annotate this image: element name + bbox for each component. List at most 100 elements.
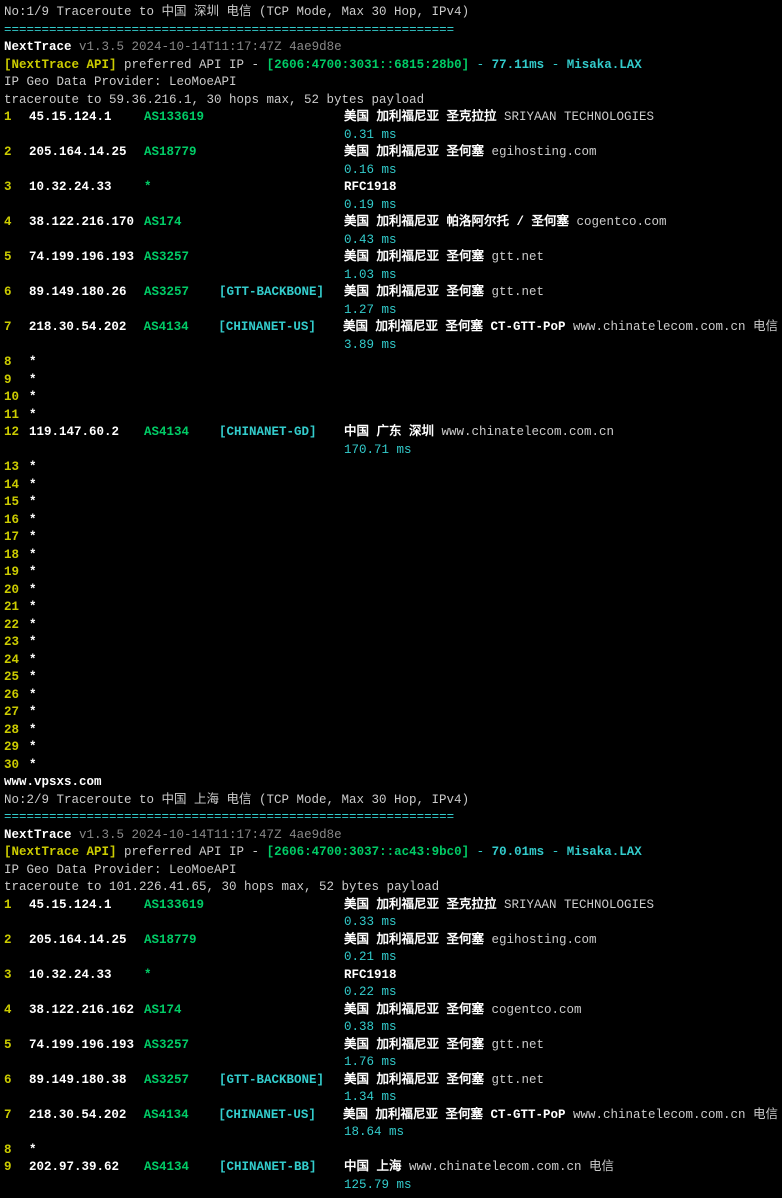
hop-row: 28* xyxy=(4,722,778,740)
hop-number: 22 xyxy=(4,617,29,635)
hop-location: 中国 广东 深圳 www.chinatelecom.com.cn xyxy=(344,424,614,442)
api-line: [NextTrace API] preferred API IP - [2606… xyxy=(4,57,778,75)
hop-ip: 218.30.54.202 xyxy=(29,319,144,337)
hop-number: 9 xyxy=(4,372,29,390)
hop-latency-row: 0.33 ms xyxy=(4,914,778,932)
hop-ip: 89.149.180.38 xyxy=(29,1072,144,1090)
hop-number: 23 xyxy=(4,634,29,652)
hop-latency: 0.19 ms xyxy=(344,197,397,215)
hop-row: 30* xyxy=(4,757,778,775)
hop-row: 21* xyxy=(4,599,778,617)
hop-as: AS4134 xyxy=(144,1107,219,1125)
hop-star: * xyxy=(29,372,37,390)
hop-extra: www.chinatelecom.com.cn 电信 xyxy=(573,1108,778,1122)
hop-row: 7218.30.54.202AS4134[CHINANET-US]美国 加利福尼… xyxy=(4,319,778,337)
nexttrace-line: NextTrace v1.3.5 2024-10-14T11:17:47Z 4a… xyxy=(4,39,778,57)
hop-number: 14 xyxy=(4,477,29,495)
hop-ip: 89.149.180.26 xyxy=(29,284,144,302)
hop-location: 美国 加利福尼亚 圣克拉拉 SRIYAAN TECHNOLOGIES xyxy=(344,109,654,127)
hop-number: 20 xyxy=(4,582,29,600)
hop-star: * xyxy=(29,564,37,582)
hop-latency-row: 125.79 ms xyxy=(4,1177,778,1195)
hop-number: 3 xyxy=(4,179,29,197)
hop-star: * xyxy=(29,459,37,477)
hop-extra: gtt.net xyxy=(492,285,545,299)
hop-row: 574.199.196.193AS3257美国 加利福尼亚 圣何塞 gtt.ne… xyxy=(4,1037,778,1055)
hop-location: 美国 加利福尼亚 圣何塞 gtt.net xyxy=(344,249,544,267)
hop-as: AS3257 xyxy=(144,1037,219,1055)
provider-line: IP Geo Data Provider: LeoMoeAPI xyxy=(4,74,778,92)
hop-number: 21 xyxy=(4,599,29,617)
hop-tag: [GTT-BACKBONE] xyxy=(219,1072,344,1090)
hop-latency-row: 0.21 ms xyxy=(4,949,778,967)
hop-tag xyxy=(219,1002,344,1020)
hop-latency: 0.16 ms xyxy=(344,162,397,180)
hop-location: RFC1918 xyxy=(344,967,397,985)
hop-row: 7218.30.54.202AS4134[CHINANET-US]美国 加利福尼… xyxy=(4,1107,778,1125)
hop-as: AS133619 xyxy=(144,897,219,915)
hop-row: 17* xyxy=(4,529,778,547)
hop-row: 310.32.24.33*RFC1918 xyxy=(4,179,778,197)
hop-latency-row: 0.31 ms xyxy=(4,127,778,145)
hop-as: AS4134 xyxy=(144,1159,219,1177)
hop-number: 7 xyxy=(4,1107,29,1125)
hop-row: 13* xyxy=(4,459,778,477)
hop-number: 8 xyxy=(4,354,29,372)
hop-as: AS174 xyxy=(144,1002,219,1020)
hop-row: 15* xyxy=(4,494,778,512)
hop-number: 16 xyxy=(4,512,29,530)
hop-row: 438.122.216.170AS174美国 加利福尼亚 帕洛阿尔托 / 圣何塞… xyxy=(4,214,778,232)
hop-as: AS18779 xyxy=(144,932,219,950)
hop-location: 美国 加利福尼亚 圣何塞 CT-GTT-PoP www.chinatelecom… xyxy=(343,1107,778,1125)
hop-location: 美国 加利福尼亚 圣何塞 cogentco.com xyxy=(344,1002,582,1020)
hop-star: * xyxy=(29,757,37,775)
hop-number: 15 xyxy=(4,494,29,512)
hop-as: AS4134 xyxy=(144,424,219,442)
hop-latency: 0.22 ms xyxy=(344,984,397,1002)
hop-number: 6 xyxy=(4,284,29,302)
hop-number: 25 xyxy=(4,669,29,687)
hop-star: * xyxy=(29,582,37,600)
hop-ip: 10.32.24.33 xyxy=(29,967,144,985)
hop-latency: 1.34 ms xyxy=(344,1089,397,1107)
hop-tag xyxy=(219,144,344,162)
hop-tag xyxy=(219,249,344,267)
nexttrace-line: NextTrace v1.3.5 2024-10-14T11:17:47Z 4a… xyxy=(4,827,778,845)
hop-latency: 1.76 ms xyxy=(344,1054,397,1072)
hop-row: 8* xyxy=(4,1142,778,1160)
hop-latency-row: 18.64 ms xyxy=(4,1124,778,1142)
hop-tag xyxy=(219,897,344,915)
hop-row: 145.15.124.1AS133619美国 加利福尼亚 圣克拉拉 SRIYAA… xyxy=(4,109,778,127)
hop-star: * xyxy=(29,547,37,565)
hop-location: 美国 加利福尼亚 圣克拉拉 SRIYAAN TECHNOLOGIES xyxy=(344,897,654,915)
hop-star: * xyxy=(29,617,37,635)
hop-row: 574.199.196.193AS3257美国 加利福尼亚 圣何塞 gtt.ne… xyxy=(4,249,778,267)
hop-ip: 202.97.39.62 xyxy=(29,1159,144,1177)
hop-star: * xyxy=(29,739,37,757)
hop-as: AS133619 xyxy=(144,109,219,127)
hop-as: AS3257 xyxy=(144,249,219,267)
hop-latency: 1.27 ms xyxy=(344,302,397,320)
hop-latency-row: 1.03 ms xyxy=(4,267,778,285)
hop-tag: [GTT-BACKBONE] xyxy=(219,284,344,302)
hop-ip: 45.15.124.1 xyxy=(29,109,144,127)
hop-location: RFC1918 xyxy=(344,179,397,197)
hop-number: 26 xyxy=(4,687,29,705)
hop-extra: gtt.net xyxy=(492,1073,545,1087)
hop-star: * xyxy=(29,599,37,617)
hop-extra: www.chinatelecom.com.cn 电信 xyxy=(573,320,778,334)
hop-tag: [CHINANET-US] xyxy=(218,319,343,337)
hop-number: 5 xyxy=(4,249,29,267)
hop-tag xyxy=(219,1037,344,1055)
hop-extra: cogentco.com xyxy=(577,215,667,229)
hop-as: AS4134 xyxy=(144,319,219,337)
traceroute-line: traceroute to 59.36.216.1, 30 hops max, … xyxy=(4,92,778,110)
hop-row: 20* xyxy=(4,582,778,600)
separator: ========================================… xyxy=(4,22,778,40)
hop-location: 美国 加利福尼亚 圣何塞 gtt.net xyxy=(344,1072,544,1090)
hop-number: 3 xyxy=(4,967,29,985)
trace-header: No:1/9 Traceroute to 中国 深圳 电信 (TCP Mode,… xyxy=(4,4,778,22)
hop-tag xyxy=(219,214,344,232)
hop-number: 28 xyxy=(4,722,29,740)
trace-header: No:2/9 Traceroute to 中国 上海 电信 (TCP Mode,… xyxy=(4,792,778,810)
